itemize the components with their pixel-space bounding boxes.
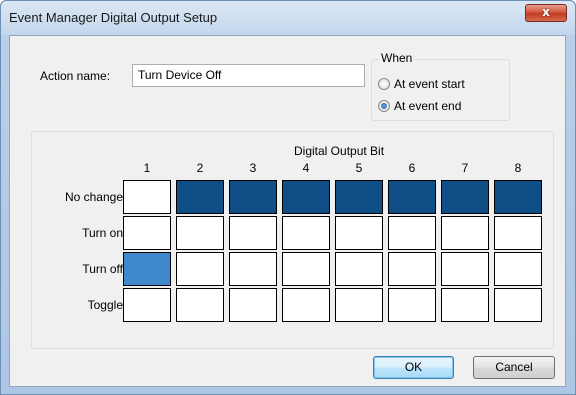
grid-cell[interactable] — [335, 288, 383, 322]
grid-cell[interactable] — [123, 216, 171, 250]
grid-cell[interactable] — [123, 180, 171, 214]
grid-cell[interactable] — [123, 288, 171, 322]
when-legend: When — [379, 51, 415, 65]
column-header-1: 1 — [143, 161, 151, 175]
column-header-3: 3 — [249, 161, 257, 175]
row-label-no-change: No change — [64, 190, 123, 204]
radio-label: At event start — [394, 77, 465, 91]
digital-output-grid: Digital Output Bit 1 2 3 4 5 6 7 8 No change Turn… — [31, 131, 554, 349]
grid-cell[interactable] — [441, 216, 489, 250]
grid-cell[interactable] — [282, 288, 330, 322]
grid-cell[interactable] — [335, 252, 383, 286]
grid-cell[interactable] — [494, 288, 542, 322]
grid-cell[interactable] — [176, 180, 224, 214]
dialog-window: Event Manager Digital Output Setup x Act… — [0, 0, 576, 395]
grid-cell[interactable] — [388, 180, 436, 214]
radio-at-event-end[interactable]: At event end — [378, 98, 461, 114]
column-header-5: 5 — [355, 161, 363, 175]
cancel-button-label: Cancel — [495, 360, 533, 374]
grid-cell[interactable] — [335, 216, 383, 250]
radio-icon[interactable] — [378, 78, 390, 90]
grid-cell[interactable] — [229, 180, 277, 214]
row-label-turn-on: Turn on — [82, 226, 123, 240]
grid-cell[interactable] — [441, 288, 489, 322]
window-title: Event Manager Digital Output Setup — [9, 10, 218, 25]
grid-title: Digital Output Bit — [294, 144, 385, 158]
grid-cell[interactable] — [494, 180, 542, 214]
grid-cell[interactable] — [123, 252, 171, 286]
grid-cell[interactable] — [176, 252, 224, 286]
grid-cell[interactable] — [388, 252, 436, 286]
grid-cell[interactable] — [388, 216, 436, 250]
grid-cell[interactable] — [176, 288, 224, 322]
radio-at-event-start[interactable]: At event start — [378, 76, 465, 92]
close-icon: x — [542, 5, 550, 19]
grid-cell[interactable] — [388, 288, 436, 322]
dialog-client-area: Action name: Turn Device Off When At eve… — [9, 35, 566, 387]
ok-button[interactable]: OK — [373, 356, 454, 379]
grid-cell[interactable] — [282, 216, 330, 250]
column-header-6: 6 — [408, 161, 416, 175]
action-name-value: Turn Device Off — [138, 68, 222, 82]
grid-cell[interactable] — [494, 252, 542, 286]
row-label-toggle: Toggle — [87, 298, 123, 312]
action-name-label: Action name: — [40, 69, 111, 83]
grid-cell[interactable] — [282, 180, 330, 214]
grid-cell[interactable] — [441, 180, 489, 214]
column-header-2: 2 — [196, 161, 204, 175]
column-header-8: 8 — [514, 161, 522, 175]
grid-cell[interactable] — [335, 180, 383, 214]
radio-label: At event end — [394, 99, 462, 113]
row-label-turn-off: Turn off — [82, 262, 123, 276]
title-bar[interactable]: Event Manager Digital Output Setup x — [1, 1, 575, 35]
action-name-input[interactable]: Turn Device Off — [132, 64, 365, 87]
grid-cell[interactable] — [229, 288, 277, 322]
cancel-button[interactable]: Cancel — [473, 356, 555, 379]
grid-cell[interactable] — [494, 216, 542, 250]
when-group: When At event start At event end — [371, 51, 510, 121]
column-header-7: 7 — [461, 161, 469, 175]
column-header-4: 4 — [302, 161, 310, 175]
grid-cell[interactable] — [229, 216, 277, 250]
grid-cell[interactable] — [229, 252, 277, 286]
grid-cell[interactable] — [441, 252, 489, 286]
radio-checked-icon[interactable] — [378, 100, 390, 112]
grid-cell[interactable] — [282, 252, 330, 286]
ok-button-label: OK — [404, 360, 423, 374]
grid-cell[interactable] — [176, 216, 224, 250]
close-button[interactable]: x — [525, 4, 567, 22]
